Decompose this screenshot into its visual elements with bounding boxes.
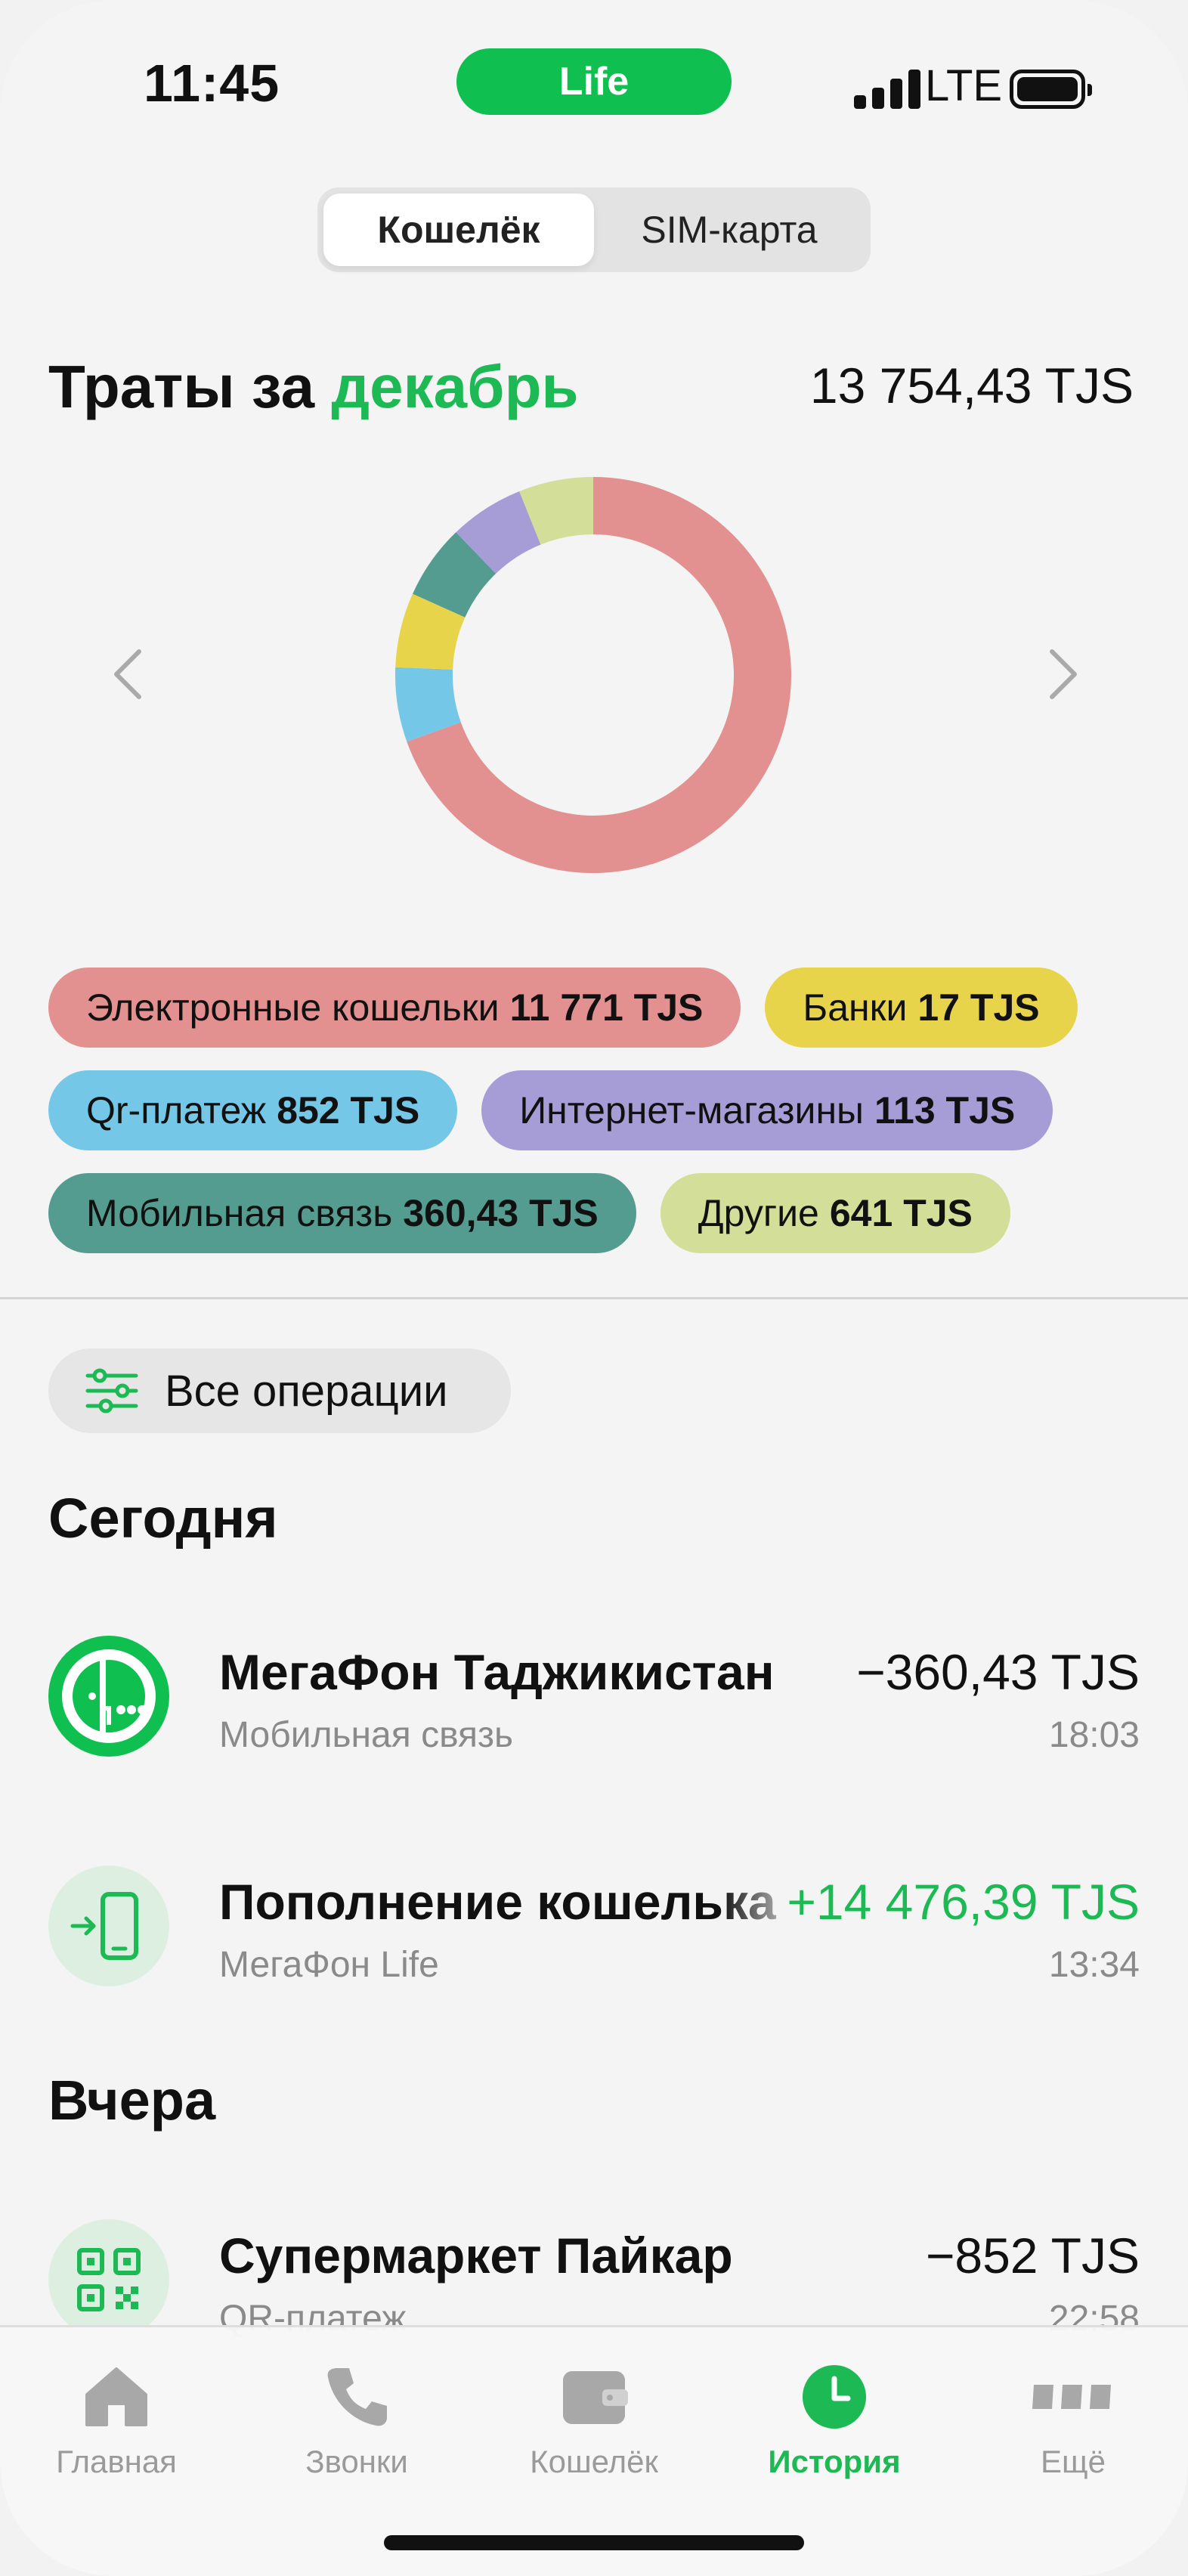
chevron-left-icon[interactable] (106, 644, 151, 704)
tab-calls[interactable]: Звонки (258, 2359, 455, 2480)
chip-label: Мобильная связь (86, 1192, 393, 1234)
divider (0, 1297, 1188, 1299)
tab-home[interactable]: Главная (18, 2359, 215, 2480)
operation-amount: −360,43 TJS (856, 1644, 1140, 1700)
category-chips: Электронные кошельки 11 771 TJS Банки 17 T… (48, 968, 1144, 1276)
operation-row[interactable]: Пополнение кошелька МегаФон Life +14 476… (48, 1865, 1140, 1994)
tab-label: Ещё (1041, 2444, 1106, 2479)
tab-wallet-nav[interactable]: Кошелёк (496, 2359, 692, 2480)
home-indicator (384, 2535, 804, 2550)
chip-value: 17 TJS (917, 986, 1040, 1029)
more-icon (1032, 2385, 1111, 2409)
chevron-right-icon[interactable] (1040, 644, 1085, 704)
chip-qr-payment[interactable]: Qr-платеж 852 TJS (48, 1070, 458, 1150)
spending-donut-chart (395, 477, 791, 873)
phone-topup-icon (48, 1865, 169, 1986)
chip-value: 113 TJS (874, 1089, 1016, 1132)
operation-amount: −852 TJS (925, 2228, 1140, 2283)
chip-label: Qr-платеж (86, 1089, 267, 1132)
chip-e-wallets[interactable]: Электронные кошельки 11 771 TJS (48, 968, 741, 1048)
signal-icon (854, 67, 920, 109)
chip-value: 360,43 TJS (403, 1192, 599, 1234)
chip-banks[interactable]: Банки 17 TJS (765, 968, 1078, 1048)
spending-total: 13 754,43 TJS (809, 358, 1134, 413)
status-time: 11:45 (144, 54, 280, 113)
group-title-today: Сегодня (48, 1487, 278, 1550)
chip-label: Электронные кошельки (86, 986, 500, 1029)
battery-icon (1010, 70, 1092, 109)
life-badge[interactable]: Life (456, 48, 732, 115)
clock-icon (803, 2365, 866, 2429)
chip-mobile[interactable]: Мобильная связь 360,43 TJS (48, 1173, 636, 1253)
tab-sim-card[interactable]: SIM-карта (594, 194, 865, 266)
wallet-icon (563, 2371, 628, 2424)
tab-label: История (768, 2444, 901, 2479)
qr-code-icon (48, 2219, 169, 2340)
operation-name: Пополнение кошелька (219, 1874, 776, 1930)
chip-value: 852 TJS (277, 1089, 420, 1132)
network-type: LTE (925, 61, 1003, 110)
chip-label: Другие (698, 1192, 819, 1234)
chip-online-shops[interactable]: Интернет-магазины 113 TJS (481, 1070, 1053, 1150)
operation-time: 13:34 (1048, 1945, 1140, 1985)
operation-time: 18:03 (1048, 1715, 1140, 1755)
operation-category: Мобильная связь (219, 1715, 514, 1755)
tab-label: Звонки (305, 2444, 408, 2479)
chip-value: 641 TJS (829, 1192, 973, 1234)
screen: 11:45 Life LTE Кошелёк SIM-карта Траты з… (0, 0, 1188, 2576)
megafon-logo-icon (48, 1636, 169, 1757)
wallet-sim-switch: Кошелёк SIM-карта (317, 187, 871, 272)
tab-label: Кошелёк (530, 2444, 658, 2479)
operation-category: МегаФон Life (219, 1945, 439, 1985)
chip-label: Банки (803, 986, 908, 1029)
chip-other[interactable]: Другие 641 TJS (660, 1173, 1010, 1253)
operation-row[interactable]: МегаФон Таджикистан Мобильная связь −360… (48, 1636, 1140, 1764)
operation-amount: +14 476,39 TJS (787, 1874, 1140, 1930)
tab-history[interactable]: История (736, 2359, 933, 2480)
operation-name: МегаФон Таджикистан (219, 1644, 775, 1700)
tab-label: Главная (56, 2444, 177, 2479)
phone-icon (327, 2368, 387, 2426)
tab-wallet[interactable]: Кошелёк (323, 194, 594, 266)
operation-name: Супермаркет Пайкар (219, 2228, 733, 2283)
spending-title-prefix: Траты за (48, 353, 315, 420)
home-icon (85, 2367, 147, 2426)
chip-value: 11 771 TJS (509, 986, 704, 1029)
tab-more[interactable]: Ещё (975, 2359, 1171, 2480)
chip-label: Интернет-магазины (519, 1089, 864, 1132)
group-title-yesterday: Вчера (48, 2069, 216, 2132)
all-operations-filter-button[interactable]: Все операции (48, 1348, 511, 1433)
filter-label: Все операции (165, 1366, 448, 1416)
spending-month[interactable]: декабрь (331, 353, 578, 420)
spending-title: Траты за декабрь (48, 352, 579, 422)
sliders-icon (85, 1368, 138, 1413)
